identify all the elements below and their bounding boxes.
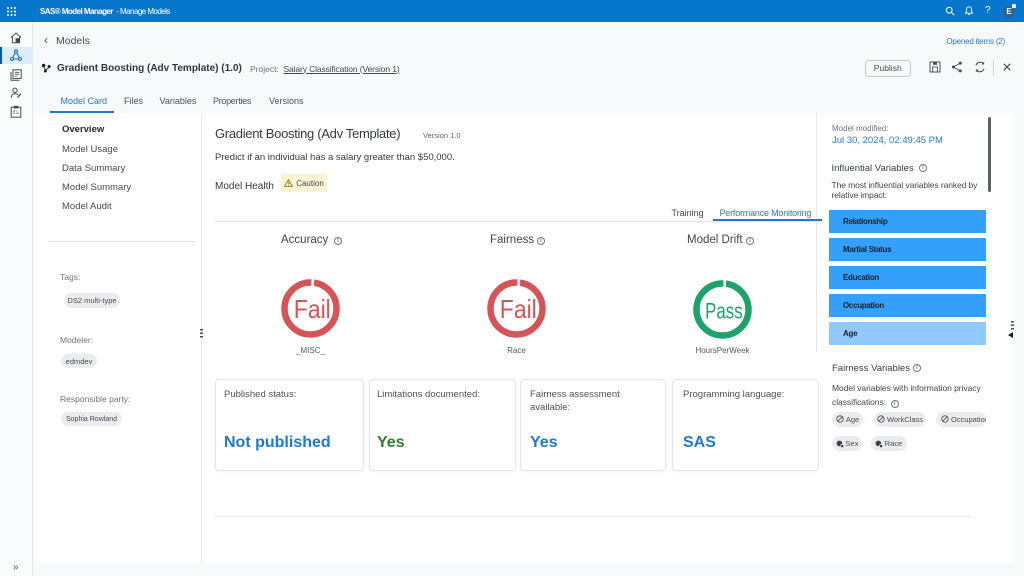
svg-text:Fail: Fail <box>500 294 537 324</box>
svg-text:Fail: Fail <box>294 294 331 324</box>
svg-text:Pass: Pass <box>705 298 743 323</box>
